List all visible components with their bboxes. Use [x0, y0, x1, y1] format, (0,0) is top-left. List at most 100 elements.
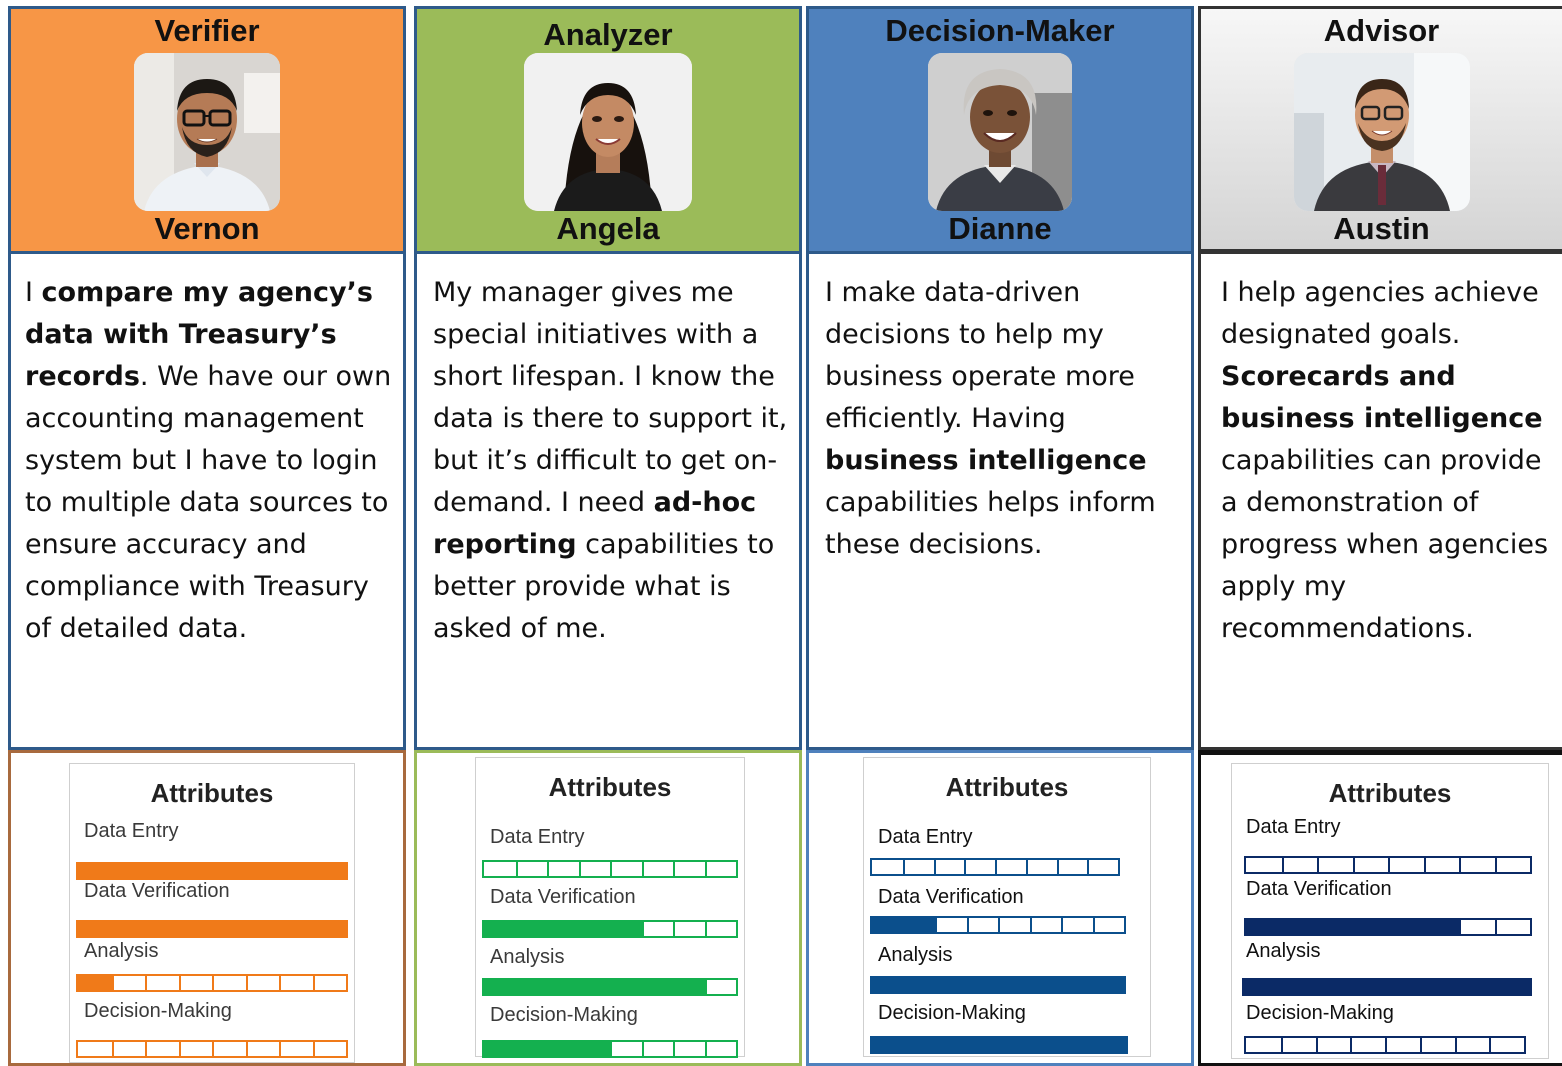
attribute-bar-divider: [704, 922, 707, 936]
attribute-label: Data Verification: [878, 886, 1024, 908]
attribute-label: Analysis: [878, 944, 953, 966]
attribute-bar-divider: [935, 1038, 938, 1052]
attribute-bar-divider: [641, 862, 644, 876]
attribute-bar: [870, 1036, 1128, 1054]
persona-card-advisor: Advisor Austin I help agencies achieve d…: [1198, 6, 1562, 1066]
attribute-bar-divider: [610, 980, 612, 994]
persona-description: I make data-driven decisions to help my …: [825, 277, 1156, 560]
attribute-bar-divider: [578, 1042, 581, 1056]
attribute-bar-divider: [1352, 920, 1355, 934]
attribute-label: Analysis: [490, 946, 565, 968]
attribute-bar-divider: [1029, 978, 1032, 992]
attribute-bar: [870, 858, 1120, 876]
attribute-bar-divider: [1062, 1038, 1065, 1052]
attribute-bar-divider: [704, 980, 707, 994]
attributes-box: Attributes Data Entry Data Verification …: [475, 757, 745, 1058]
attribute-bar-divider: [1092, 978, 1095, 992]
attribute-bar-divider: [902, 860, 905, 874]
persona-name: Dianne: [948, 211, 1052, 246]
attribute-bar-divider: [673, 922, 675, 936]
attribute-bar-divider: [515, 1042, 518, 1056]
attribute-label: Decision-Making: [84, 1000, 232, 1022]
attribute-label: Data Entry: [84, 820, 179, 842]
attribute-bar-divider: [312, 1042, 315, 1056]
attribute-bar-divider: [1454, 1038, 1457, 1052]
attribute-bar-divider: [245, 1042, 248, 1056]
attribute-bar-divider: [1317, 920, 1319, 934]
attribute-bar: [1244, 918, 1532, 936]
attributes-title: Attributes: [945, 772, 1069, 802]
persona-description-panel: My manager gives me special initiatives …: [414, 254, 802, 750]
attribute-bar-divider: [1459, 858, 1461, 872]
attribute-bar: [76, 1040, 348, 1058]
attribute-label: Data Verification: [84, 880, 230, 902]
attribute-label: Data Entry: [878, 826, 973, 848]
attributes-box: Attributes Data Entry Data Verification …: [69, 763, 355, 1063]
attribute-bar-divider: [1385, 1038, 1387, 1052]
attribute-bar-divider: [1419, 1038, 1422, 1052]
attribute-bar-divider: [966, 918, 969, 932]
attribute-bar-fill: [78, 976, 112, 990]
attribute-label: Decision-Making: [1246, 1002, 1394, 1024]
attribute-bar-fill: [78, 864, 346, 878]
attribute-bar-divider: [704, 1042, 707, 1056]
attribute-bar: [1244, 856, 1532, 874]
attribute-bar-divider: [1494, 920, 1497, 934]
persona-description: I help agencies achieve designated goals…: [1221, 277, 1549, 644]
attribute-bar-divider: [1494, 980, 1497, 994]
attributes-box: Attributes Data Entry Data Verification …: [863, 757, 1151, 1057]
attribute-bar-divider: [1350, 1038, 1353, 1052]
attribute-bar-divider: [1281, 920, 1284, 934]
attribute-bar-divider: [547, 862, 549, 876]
attribute-bar-divider: [1423, 858, 1426, 872]
attribute-bar-divider: [1315, 1038, 1318, 1052]
persona-header: Verifier Vernon: [8, 6, 406, 254]
persona-name: Austin: [1333, 211, 1430, 246]
attribute-bar-divider: [547, 1042, 549, 1056]
attribute-label: Data Verification: [490, 886, 636, 908]
attribute-bar-divider: [145, 1042, 147, 1056]
attribute-bar-divider: [1352, 858, 1355, 872]
attribute-bar-divider: [1317, 858, 1319, 872]
attribute-bar-divider: [1459, 920, 1461, 934]
attribute-bar-divider: [1029, 918, 1032, 932]
attribute-bar-divider: [1094, 1038, 1097, 1052]
attribute-bar-divider: [1388, 920, 1390, 934]
attribute-bar-divider: [995, 860, 997, 874]
attribute-label: Decision-Making: [490, 1004, 638, 1026]
attribute-bar-divider: [966, 978, 969, 992]
attributes-panel: Attributes Data Entry Data Verification …: [414, 750, 802, 1066]
attribute-bar-divider: [999, 1038, 1001, 1052]
persona-role: Advisor: [1323, 13, 1440, 48]
persona-description: I compare my agency’s data with Treasury…: [25, 277, 392, 644]
persona-role: Analyzer: [543, 17, 673, 52]
attribute-bar-divider: [935, 918, 937, 932]
attribute-bar-divider: [641, 980, 644, 994]
persona-role: Verifier: [154, 13, 260, 48]
persona-card-decision-maker: Decision-Maker Dianne I make data-driven…: [806, 6, 1194, 1066]
attribute-bar-divider: [641, 1042, 644, 1056]
attributes-title: Attributes: [548, 772, 672, 802]
attribute-bar-divider: [547, 980, 549, 994]
attribute-bar-divider: [578, 862, 581, 876]
attribute-bar-divider: [145, 976, 147, 990]
attribute-bar-divider: [1422, 980, 1425, 994]
attribute-bar: [76, 974, 348, 992]
vernon-portrait-photo: [134, 53, 280, 211]
attribute-bar-divider: [1281, 858, 1284, 872]
persona-description-panel: I compare my agency’s data with Treasury…: [8, 254, 406, 750]
persona-card-analyzer: Analyzer Angela My manager gives me spec…: [414, 6, 802, 1066]
attribute-bar-divider: [964, 860, 967, 874]
attribute-label: Data Entry: [1246, 816, 1341, 838]
attribute-label: Decision-Making: [878, 1002, 1026, 1024]
attribute-bar: [482, 920, 738, 938]
attribute-bar-divider: [178, 1042, 181, 1056]
attribute-bar-divider: [178, 976, 181, 990]
attribute-bar-divider: [1388, 858, 1390, 872]
attribute-label: Analysis: [1246, 940, 1321, 962]
attribute-bar-divider: [903, 918, 906, 932]
persona-role: Decision-Maker: [885, 13, 1115, 48]
attribute-bar-fill: [78, 922, 346, 936]
attribute-bar-divider: [641, 922, 644, 936]
attribute-bar-divider: [1387, 980, 1389, 994]
